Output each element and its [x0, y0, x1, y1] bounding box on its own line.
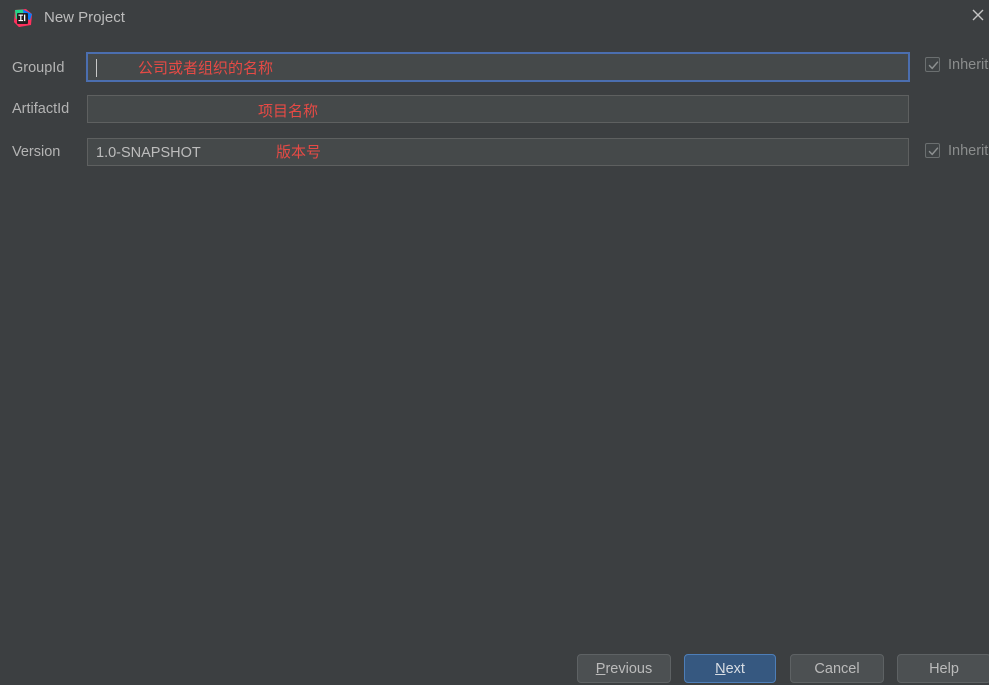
- checkbox-box: [925, 143, 940, 158]
- previous-mnemonic: P: [595, 660, 606, 677]
- version-label: Version: [12, 144, 61, 160]
- help-button[interactable]: Help: [897, 654, 989, 683]
- version-value: 1.0-SNAPSHOT: [96, 145, 201, 161]
- artifactid-input[interactable]: [87, 95, 909, 123]
- intellij-idea-icon: [13, 8, 33, 28]
- version-annotation: 版本号: [276, 143, 322, 161]
- groupid-label: GroupId: [12, 60, 65, 76]
- next-button-label-rest: ext: [725, 660, 745, 677]
- cancel-button[interactable]: Cancel: [790, 654, 884, 683]
- close-icon[interactable]: [965, 0, 989, 30]
- previous-button[interactable]: Previous: [577, 654, 671, 683]
- checkbox-box: [925, 57, 940, 72]
- artifactid-annotation: 项目名称: [258, 102, 319, 120]
- artifactid-label: ArtifactId: [12, 101, 70, 117]
- groupid-annotation: 公司或者组织的名称: [138, 59, 274, 77]
- checkbox-label: Inherit: [948, 57, 989, 73]
- text-caret: [96, 59, 97, 77]
- cancel-button-label: Cancel: [814, 660, 860, 677]
- checkbox-label: Inherit: [948, 143, 989, 159]
- next-button[interactable]: Next: [684, 654, 776, 683]
- next-mnemonic: N: [715, 660, 726, 677]
- version-input[interactable]: 1.0-SNAPSHOT: [87, 138, 909, 166]
- new-project-dialog: New Project GroupId 公司或者组织的名称 Inherit Ar…: [0, 0, 989, 685]
- dialog-title: New Project: [44, 9, 125, 26]
- previous-button-label-rest: revious: [605, 660, 653, 677]
- dialog-titlebar: New Project: [0, 0, 989, 36]
- help-button-label: Help: [929, 660, 959, 677]
